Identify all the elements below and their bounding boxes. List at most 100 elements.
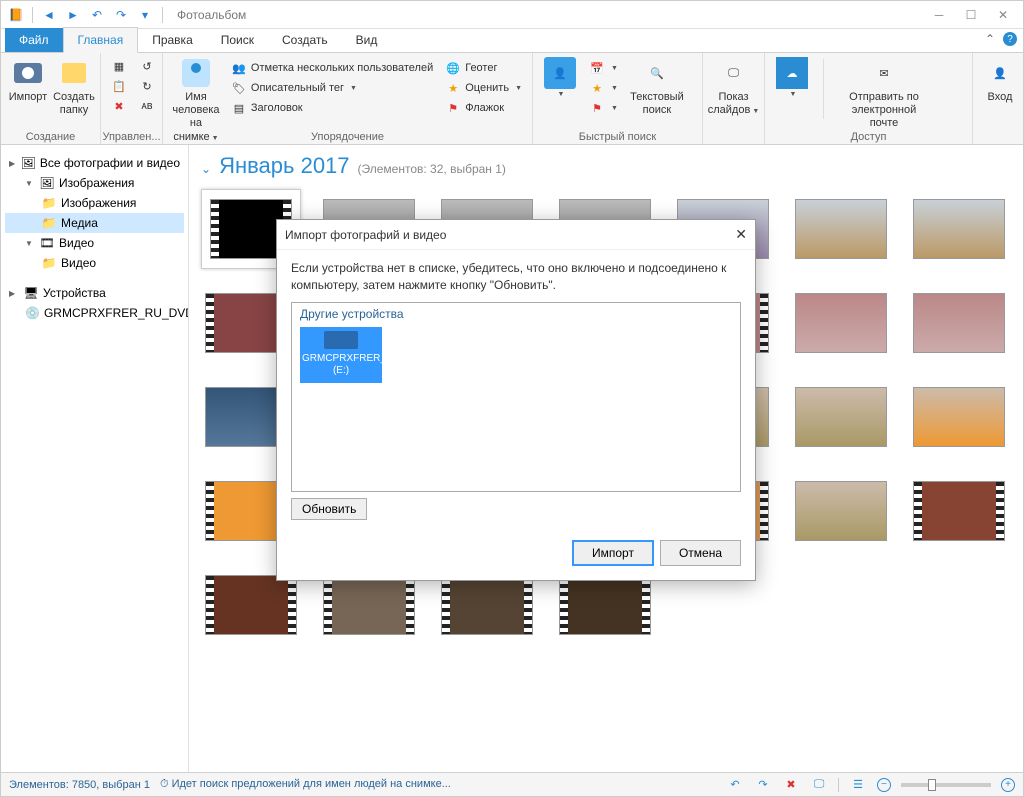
nav-back-button[interactable]: ◄ xyxy=(38,4,60,26)
ribbon-tabs: Файл Главная Правка Поиск Создать Вид ⌃ … xyxy=(1,29,1023,53)
sidebar-devices[interactable]: ▶🖥Устройства xyxy=(5,283,184,303)
images-icon: 🖼 xyxy=(39,175,55,191)
app-icon: 📙 xyxy=(5,4,27,26)
rename-button[interactable]: ᴀʙ xyxy=(135,97,159,115)
geotag-button[interactable]: 🌐Геотег xyxy=(441,59,526,77)
select-all-button[interactable]: ▦ xyxy=(107,57,131,75)
rotate-right-icon: ↻ xyxy=(139,78,155,94)
redo-button[interactable]: ↷ xyxy=(110,4,132,26)
date-group-header[interactable]: ⌄ Январь 2017 (Элементов: 32, выбран 1) xyxy=(201,153,1011,179)
slideshow-button[interactable]: 🖵 Показ слайдов▼ xyxy=(709,55,758,119)
tab-create[interactable]: Создать xyxy=(268,28,342,52)
thumbnail-item[interactable] xyxy=(909,471,1009,551)
refresh-button[interactable]: Обновить xyxy=(291,498,367,520)
device-list-header: Другие устройства xyxy=(300,307,732,321)
view-details-button[interactable]: ☰ xyxy=(849,776,867,794)
thumbnail-item[interactable] xyxy=(909,189,1009,269)
import-confirm-button[interactable]: Импорт xyxy=(572,540,654,566)
date-meta: (Элементов: 32, выбран 1) xyxy=(358,162,506,176)
expand-ribbon-button[interactable]: ⌃ xyxy=(985,32,995,46)
device-item[interactable]: GRMCPRXFRER_RU_DVD (E:) xyxy=(300,327,382,383)
qs-flag-button[interactable]: ⚑▼ xyxy=(585,99,622,117)
star2-icon: ★ xyxy=(589,80,605,96)
dialog-instruction: Если устройства нет в списке, убедитесь,… xyxy=(291,260,741,294)
tab-main[interactable]: Главная xyxy=(63,27,139,53)
thumbnail-item[interactable] xyxy=(791,283,891,363)
title-icon: ▤ xyxy=(231,100,247,116)
descriptive-tag-button[interactable]: 🏷Описательный тег▼ xyxy=(227,79,437,97)
sidebar-videos-sub[interactable]: 📁Видео xyxy=(5,253,184,273)
drive-icon xyxy=(324,331,358,349)
tag-users-button[interactable]: 👥Отметка нескольких пользователей xyxy=(227,59,437,77)
maximize-button[interactable]: ☐ xyxy=(955,4,987,26)
cloud-button[interactable]: ☁ ▼ xyxy=(771,55,813,100)
flag-button[interactable]: ⚑Флажок xyxy=(441,99,526,117)
camera-icon xyxy=(14,63,42,83)
zoom-in-button[interactable]: + xyxy=(1001,778,1015,792)
star-icon: ★ xyxy=(445,80,461,96)
thumbnail-item[interactable] xyxy=(791,189,891,269)
sidebar-dvd-device[interactable]: 💿GRMCPRXFRER_RU_DVD xyxy=(5,303,184,323)
zoom-slider[interactable] xyxy=(901,783,991,787)
sidebar-images-sub[interactable]: 📁Изображения xyxy=(5,193,184,213)
cancel-button[interactable]: Отмена xyxy=(660,540,741,566)
nav-forward-button[interactable]: ► xyxy=(62,4,84,26)
status-progress: ⏱ Идет поиск предложений для имен людей … xyxy=(160,778,451,791)
sidebar-videos[interactable]: ▼🎞Видео xyxy=(5,233,184,253)
tab-edit[interactable]: Правка xyxy=(138,28,207,52)
video-icon: 🎞 xyxy=(39,235,55,251)
rate-button[interactable]: ★Оценить▼ xyxy=(441,79,526,97)
help-button[interactable]: ? xyxy=(1003,32,1017,46)
quicksearch-person-button[interactable]: 👤 ▼ xyxy=(539,55,581,100)
login-button[interactable]: 👤 Вход xyxy=(979,55,1021,106)
photos-icon: 🖼 xyxy=(21,155,36,171)
text-search-button[interactable]: 🔍 Текстовый поиск xyxy=(626,55,688,119)
sidebar-media[interactable]: 📁Медиа xyxy=(5,213,184,233)
sidebar: ▶🖼Все фотографии и видео ▼🖼Изображения 📁… xyxy=(1,145,189,772)
delete-button[interactable]: ✖ xyxy=(107,97,131,115)
sidebar-all-photos[interactable]: ▶🖼Все фотографии и видео xyxy=(5,153,184,173)
date-title: Январь 2017 xyxy=(219,153,349,179)
dialog-title-label: Импорт фотографий и видео xyxy=(285,228,446,242)
copy-button[interactable]: 📋 xyxy=(107,77,131,95)
rotate-right-button[interactable]: ↻ xyxy=(135,77,159,95)
flag2-icon: ⚑ xyxy=(589,100,605,116)
globe-icon: 🌐 xyxy=(445,60,461,76)
undo-button[interactable]: ↶ xyxy=(86,4,108,26)
select-icon: ▦ xyxy=(111,58,127,74)
import-dialog: Импорт фотографий и видео ✕ Если устройс… xyxy=(276,219,756,581)
binoculars-icon: 🔍 xyxy=(641,57,673,89)
zoom-out-button[interactable]: − xyxy=(877,778,891,792)
title-button[interactable]: ▤Заголовок xyxy=(227,99,437,117)
thumbnail-item[interactable] xyxy=(791,471,891,551)
thumbnail-item[interactable] xyxy=(909,283,1009,363)
ribbon-group-access-label: Доступ xyxy=(765,131,972,143)
person-icon xyxy=(182,59,210,87)
tag-icon: 🏷 xyxy=(231,80,247,96)
close-button[interactable]: ✕ xyxy=(987,4,1019,26)
thumbnail-item[interactable] xyxy=(909,377,1009,457)
thumbnail-item[interactable] xyxy=(791,377,891,457)
rotate-right-status-button[interactable]: ↷ xyxy=(754,776,772,794)
minimize-button[interactable]: ─ xyxy=(923,4,955,26)
dialog-close-button[interactable]: ✕ xyxy=(735,226,747,243)
rotate-left-button[interactable]: ↺ xyxy=(135,57,159,75)
qs-star-button[interactable]: ★▼ xyxy=(585,79,622,97)
tab-find[interactable]: Поиск xyxy=(207,28,268,52)
qat-customize-button[interactable]: ▾ xyxy=(134,4,156,26)
create-folder-button[interactable]: Создать папку xyxy=(53,55,95,119)
delete-status-button[interactable]: ✖ xyxy=(782,776,800,794)
tab-view[interactable]: Вид xyxy=(342,28,392,52)
view-single-button[interactable]: 🖵 xyxy=(810,776,828,794)
tab-file[interactable]: Файл xyxy=(5,28,63,52)
sidebar-images[interactable]: ▼🖼Изображения xyxy=(5,173,184,193)
email-button[interactable]: ✉ Отправить по электронной почте xyxy=(834,55,934,133)
app-title: Фотоальбом xyxy=(177,8,246,22)
copy-icon: 📋 xyxy=(111,78,127,94)
rotate-left-status-button[interactable]: ↶ xyxy=(726,776,744,794)
calendar-icon: 📅 xyxy=(589,60,605,76)
device-list: Другие устройства GRMCPRXFRER_RU_DVD (E:… xyxy=(291,302,741,492)
qs-date-button[interactable]: 📅▼ xyxy=(585,59,622,77)
import-button[interactable]: Импорт xyxy=(7,55,49,106)
ribbon-group-quicksearch-label: Быстрый поиск xyxy=(533,131,702,143)
